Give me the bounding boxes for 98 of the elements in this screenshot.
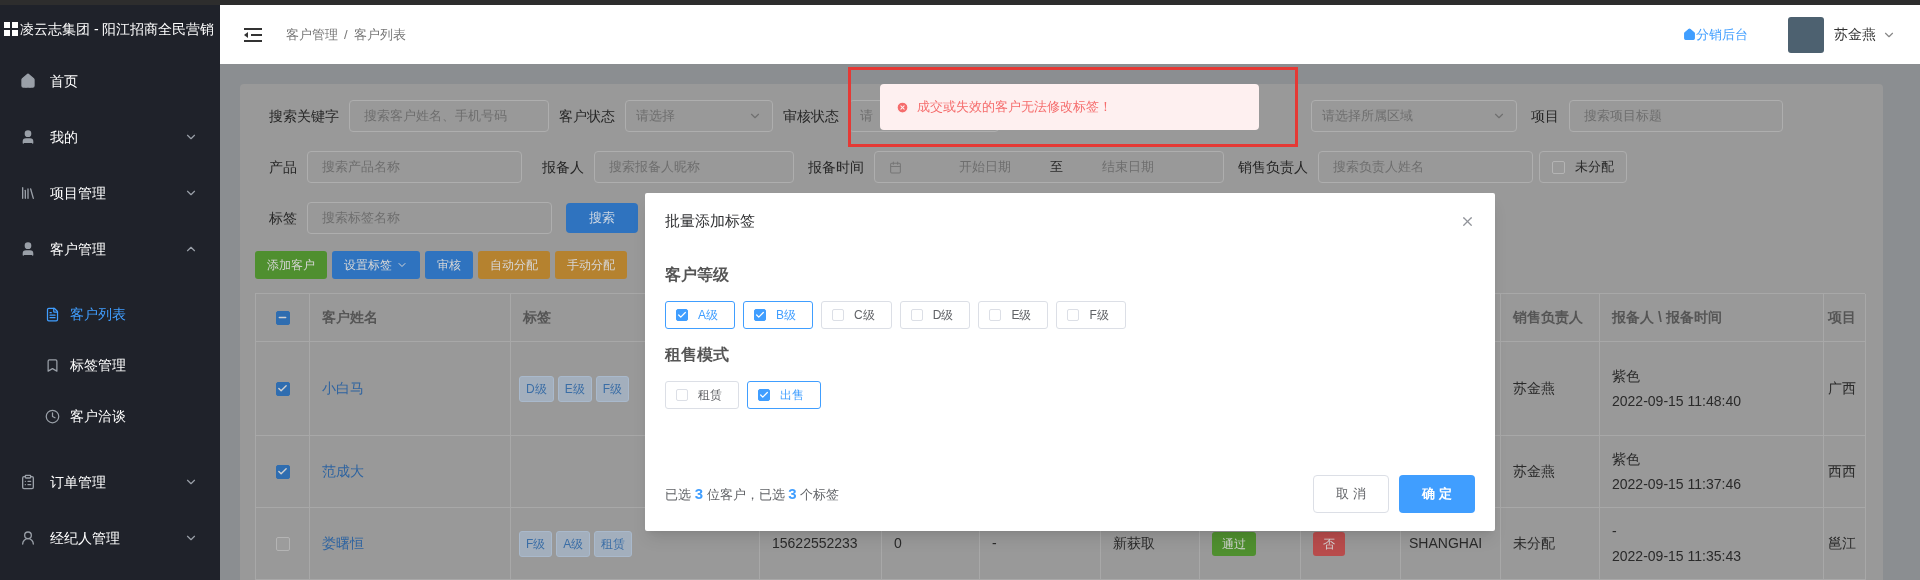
action-button[interactable]: 自动分配	[478, 251, 550, 279]
customer-name-link[interactable]: 小白马	[322, 378, 364, 399]
table-header-cell: 报备人 \ 报备时间	[1600, 294, 1824, 342]
tag-option-checkbox[interactable]: B级	[743, 301, 814, 329]
filter-label: 客户状态	[559, 106, 615, 126]
menu-icon	[20, 185, 36, 201]
unassigned-checkbox[interactable]: 未分配	[1539, 151, 1627, 183]
report-time: 2022-09-15 11:35:43	[1612, 546, 1741, 566]
menu-icon	[20, 241, 36, 257]
action-button[interactable]: 审核	[425, 251, 473, 279]
cancel-button[interactable]: 取 消	[1313, 475, 1389, 513]
tag-option-checkbox[interactable]: D级	[899, 301, 971, 329]
app-logo-title: 凌云志集团 - 阳江招商全民营销	[20, 19, 215, 39]
table-header-cell: 项目	[1824, 294, 1866, 342]
selection-summary: 已选 3 位客户，已选 3 个标签	[665, 483, 840, 504]
table-cell: 广西	[1824, 342, 1866, 436]
reporter-name: 紫色	[1612, 449, 1640, 469]
filter-label: 产品	[269, 157, 297, 177]
filter-label: 搜索关键字	[269, 106, 339, 126]
submenu-icon	[45, 409, 60, 424]
submenu-icon	[45, 358, 60, 373]
reporter-name: -	[1612, 521, 1617, 541]
customer-name-link[interactable]: 娄曙恒	[322, 533, 364, 554]
reporter-name: 紫色	[1612, 366, 1640, 386]
tag-chip: F级	[519, 530, 553, 557]
sidebar-submenu-item[interactable]: 客户洽谈	[0, 391, 220, 442]
action-button[interactable]: 添加客户	[255, 251, 327, 279]
table-cell: 苏金燕	[1501, 436, 1600, 508]
table-cell: 未分配	[1501, 508, 1600, 580]
error-icon	[896, 100, 909, 114]
home-icon[interactable]	[1683, 28, 1696, 41]
avatar-photo[interactable]	[1788, 16, 1824, 53]
check-icon	[277, 383, 288, 394]
report-time: 2022-09-15 11:48:40	[1612, 391, 1741, 411]
table-cell: 邕江	[1824, 508, 1866, 580]
sidebar-menu-item[interactable]: 我的	[0, 109, 220, 165]
filter-label: 项目	[1531, 106, 1559, 126]
no-badge: 否	[1313, 531, 1345, 556]
filter-label: 报备人	[542, 157, 584, 177]
sidebar-submenu-item[interactable]: 客户列表	[0, 289, 220, 340]
toast-message: 成交或失效的客户无法修改标签！	[917, 98, 1112, 117]
check-icon	[759, 390, 769, 400]
sidebar-menu-item[interactable]: 客户管理	[0, 221, 220, 277]
tag-option-checkbox[interactable]: A级	[665, 301, 735, 329]
dialog-title: 批量添加标签	[665, 210, 755, 231]
row-checkbox[interactable]	[275, 464, 290, 479]
check-icon	[677, 310, 687, 320]
row-checkbox[interactable]	[275, 381, 290, 396]
tag-chip: E级	[557, 375, 592, 402]
search-button[interactable]: 搜索	[566, 203, 638, 233]
table-header-cell: 销售负责人	[1501, 294, 1600, 342]
table-cell: 西西	[1824, 436, 1866, 508]
table-header-cell: 客户姓名	[310, 294, 511, 342]
group-title: 客户等级	[665, 265, 730, 285]
action-button[interactable]: 手动分配	[555, 251, 627, 279]
backend-link[interactable]: 分销后台	[1696, 24, 1748, 45]
menu-icon	[20, 530, 36, 546]
tag-option-checkbox[interactable]: 租赁	[665, 381, 739, 409]
table-cell: 苏金燕	[1501, 342, 1600, 436]
check-icon	[277, 466, 288, 477]
menu-icon	[20, 474, 36, 490]
menu-icon	[20, 73, 36, 89]
filter-label: 标签	[269, 208, 297, 228]
menu-icon	[20, 129, 36, 145]
range-separator: 至	[1050, 158, 1063, 177]
group-title: 租售模式	[665, 345, 730, 365]
tag-chip: D级	[519, 375, 554, 402]
action-button[interactable]: 设置标签	[332, 251, 420, 279]
row-checkbox[interactable]	[275, 536, 290, 551]
filter-label: 报备时间	[808, 157, 864, 177]
filter-label: 销售负责人	[1238, 157, 1308, 177]
sidebar-submenu-item[interactable]: 标签管理	[0, 340, 220, 391]
tag-option-checkbox[interactable]: F级	[1056, 301, 1126, 329]
customer-name-link[interactable]: 范成大	[322, 461, 364, 482]
sidebar-menu-item[interactable]: 首页	[0, 53, 220, 109]
approved-badge: 通过	[1212, 531, 1256, 556]
report-time: 2022-09-15 11:37:46	[1612, 474, 1741, 494]
tag-chip: 租赁	[594, 530, 633, 557]
tag-chip: A级	[556, 530, 591, 557]
tag-option-checkbox[interactable]: C级	[821, 301, 892, 329]
confirm-button[interactable]: 确 定	[1399, 475, 1475, 513]
row-checkbox[interactable]	[275, 310, 290, 325]
tag-chip: F级	[595, 375, 630, 402]
sidebar-menu-item[interactable]: 经纪人管理	[0, 510, 220, 566]
grid-logo-icon	[4, 22, 18, 36]
filter-label: 审核状态	[783, 106, 839, 126]
sidebar-menu-item[interactable]: 订单管理	[0, 454, 220, 510]
user-name[interactable]: 苏金燕	[1834, 24, 1876, 45]
check-icon	[755, 310, 765, 320]
calendar-icon	[889, 160, 902, 174]
breadcrumb-item: 客户列表	[353, 25, 406, 44]
submenu-icon	[45, 307, 60, 322]
tag-option-checkbox[interactable]: 出售	[747, 381, 821, 409]
breadcrumb-item[interactable]: 客户管理	[286, 24, 338, 45]
tag-option-checkbox[interactable]: E级	[978, 301, 1049, 329]
menu-toggle-icon[interactable]	[244, 27, 262, 42]
sidebar-menu-item[interactable]: 项目管理	[0, 165, 220, 221]
breadcrumb-separator: /	[344, 25, 348, 44]
